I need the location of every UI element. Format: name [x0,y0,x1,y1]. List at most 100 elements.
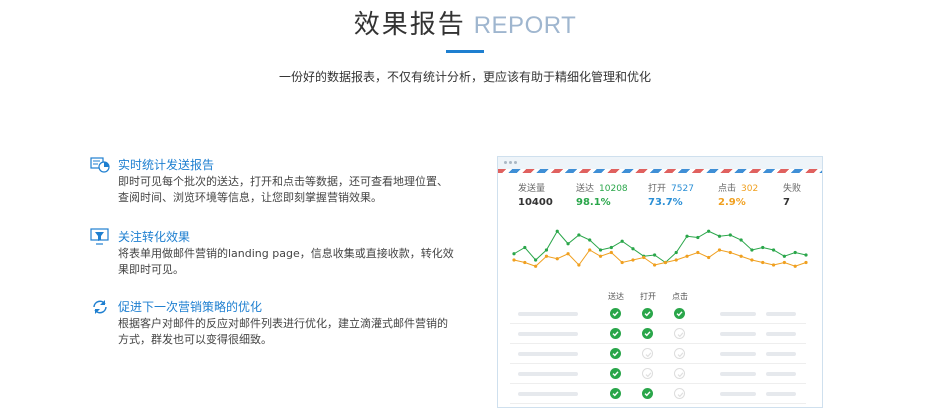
orange-series-point [728,250,732,255]
orange-series-point [566,252,570,256]
check-empty-icon [642,368,653,379]
page-title-en: REPORT [473,12,577,39]
window-dot [504,161,507,164]
table-row [510,305,806,324]
check-icon [642,388,653,399]
window-titlebar [498,157,822,169]
green-series-point [696,235,700,240]
stat-value: 2.9% [718,197,746,208]
report-preview-panel: 发送量 10400 送达 10208 98.1% 打开 7527 73.7% 点击 3… [497,156,823,408]
green-series-point [771,248,776,252]
orange-series-point [696,250,700,255]
column-header-opened: 打开 [640,292,656,301]
window-dot [509,161,512,164]
green-series-point [588,238,592,242]
green-series-point [674,250,678,255]
placeholder-bar [518,312,578,316]
orange-series-point [620,260,624,265]
orange-series-point [707,255,711,260]
orange-series-point [793,264,797,268]
green-series-point [577,233,581,237]
title-underline [446,50,484,53]
placeholder-bar [766,392,796,396]
green-series-point [544,248,549,252]
page-subtitle: 一份好的数据报表，不仅有统计分析，更应该有助于精细化管理和优化 [278,70,651,84]
orange-series-point [598,254,603,258]
stat-count: 7527 [671,184,694,194]
green-series-point [804,253,808,257]
orange-series-point [544,254,549,258]
green-series-point [793,250,797,255]
check-empty-icon [642,348,653,359]
orange-series-point [739,254,743,258]
placeholder-bar [720,352,756,356]
orange-series-point [685,254,689,258]
orange-series-point [674,258,678,262]
stat-label: 送达 [576,184,595,194]
placeholder-bar [518,352,578,356]
placeholder-bar [518,332,578,336]
orange-series-point [663,260,668,265]
green-series-point [620,239,624,243]
orange-series-point [512,258,516,262]
check-icon [610,388,621,399]
green-series-point [717,234,722,238]
stat-label: 失败 [783,184,802,194]
stat-clicked: 点击 302 2.9% [718,181,758,208]
check-empty-icon [674,388,685,399]
green-series-point [523,245,527,250]
feature-title: 实时统计发送报告 [118,158,215,172]
stat-label: 打开 [648,184,667,194]
table-row [510,325,806,344]
feature-description: 根据客户对邮件的反应对邮件列表进行优化，建立滴灌式邮件营销的方式，群发也可以变得… [118,317,448,346]
check-empty-icon [674,368,685,379]
green-series-point [598,248,603,252]
realtime-stats-icon [90,156,110,176]
orange-series-point [523,260,527,265]
stat-sent: 发送量 10400 [518,181,553,208]
orange-series-point [717,248,722,252]
placeholder-bar [720,372,756,376]
green-series-point [761,245,765,250]
check-icon [674,308,685,319]
placeholder-bar [766,332,796,336]
orange-series-point [555,257,559,261]
placeholder-bar [766,372,796,376]
orange-series-point [631,258,635,262]
green-series-point [652,253,657,257]
feature-title: 关注转化效果 [118,230,191,244]
green-series-point [555,229,559,233]
conversion-funnel-icon [90,228,110,248]
orange-series-point [771,263,776,267]
check-icon [610,368,621,379]
placeholder-bar [720,392,756,396]
page-header: 效果报告 REPORT [0,4,930,41]
check-icon [642,328,653,339]
orange-series-point [804,260,808,265]
check-icon [610,328,621,339]
window-dot [514,161,517,164]
green-series-point [782,254,786,258]
trend-chart [512,229,808,268]
check-empty-icon [674,328,685,339]
orange-series-point [761,260,765,265]
stats-row: 发送量 10400 送达 10208 98.1% 打开 7527 73.7% 点击 3… [498,173,822,213]
green-series-point [707,229,711,233]
page-title: 效果报告 [353,10,466,40]
stat-failed: 失败 7 [783,181,801,208]
feature-description: 将表单用做邮件营销的landing page，信息收集或直接收款，转化效果即时可… [118,247,454,276]
orange-series-point [609,250,613,255]
green-series-point [566,242,570,246]
placeholder-bar [766,312,796,316]
check-icon [610,348,621,359]
stat-delivered: 送达 10208 98.1% [576,181,628,208]
green-series-point [512,252,516,256]
placeholder-bar [518,392,578,396]
table-row [510,365,806,384]
stat-count: 10208 [599,184,628,194]
table-row [510,385,806,404]
green-series-point [750,248,754,252]
stat-count: 302 [741,184,759,194]
stat-label: 发送量 [518,184,546,194]
placeholder-bar [720,332,756,336]
